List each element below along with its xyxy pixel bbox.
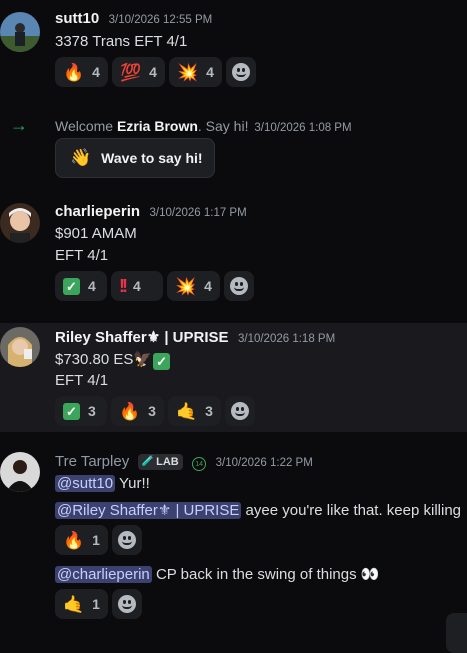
message-text: $901 AMAM: [55, 225, 137, 242]
reaction-call-me-hand[interactable]: 🤙 3: [167, 396, 221, 426]
add-reaction-icon: [230, 402, 249, 420]
mention[interactable]: @charlieperin: [55, 566, 152, 583]
username[interactable]: Tre Tarpley: [55, 453, 129, 470]
timestamp: 3/10/2026 1:18 PM: [237, 333, 336, 345]
lab-badge[interactable]: 🧪 LAB: [137, 453, 183, 470]
double-exclamation-icon: !!: [119, 275, 128, 296]
message-text: @Riley Shaffer⚜ | UPRISE ayee you're lik…: [55, 502, 462, 519]
message-text: EFT 4/1: [55, 247, 109, 264]
avatar-riley-shaffer[interactable]: [0, 327, 40, 367]
join-message: Welcome Ezria Brown. Say hi! 3/10/2026 1…: [55, 118, 352, 134]
arrow-right-icon: →: [10, 115, 28, 135]
reaction-double-exclamation[interactable]: !! 4: [111, 271, 163, 301]
timestamp: 3/10/2026 1:22 PM: [215, 457, 313, 469]
wave-button-label: Wave to say hi!: [101, 150, 203, 166]
check-icon: ✓: [153, 353, 171, 370]
add-reaction-icon: [231, 63, 250, 81]
mention[interactable]: @Riley Shaffer⚜ | UPRISE: [55, 502, 242, 519]
reaction-collision[interactable]: 💥 4: [168, 57, 222, 87]
timestamp: 3/10/2026 1:08 PM: [254, 122, 352, 134]
avatar-tre-tarpley[interactable]: [0, 452, 40, 492]
add-reaction-button[interactable]: [111, 525, 142, 555]
username[interactable]: charlieperin: [55, 203, 140, 220]
add-reaction-icon: [117, 531, 136, 549]
check-icon: ✓: [63, 277, 80, 295]
mention[interactable]: @sutt10: [55, 475, 116, 492]
message-text: 3378 Trans EFT 4/1: [55, 33, 188, 50]
add-reaction-button[interactable]: [223, 271, 254, 301]
add-reaction-icon: [117, 595, 136, 613]
wave-icon: 👋: [70, 148, 92, 167]
flask-icon: 🧪: [141, 456, 155, 467]
username[interactable]: sutt10: [55, 10, 99, 27]
timestamp: 3/10/2026 12:55 PM: [108, 14, 213, 26]
check-icon: ✓: [63, 402, 80, 420]
reaction-call-me-hand[interactable]: 🤙 1: [55, 589, 108, 619]
joined-username[interactable]: Ezria Brown: [117, 118, 198, 134]
eagle-icon: 🦅: [133, 351, 153, 368]
reaction-collision[interactable]: 💥 4: [167, 271, 220, 301]
wave-button[interactable]: 👋 Wave to say hi!: [55, 138, 215, 178]
level-badge-icon: 14: [192, 457, 207, 471]
reaction-fire[interactable]: 🔥 1: [55, 525, 108, 555]
avatar-charlieperin[interactable]: [0, 203, 40, 243]
scroll-to-bottom-button[interactable]: [446, 613, 467, 653]
reaction-fire[interactable]: 🔥 4: [55, 57, 108, 87]
reaction-hundred[interactable]: 💯 4: [111, 57, 165, 87]
message-text: @sutt10 Yur!!: [55, 475, 150, 492]
reaction-check[interactable]: ✓ 4: [55, 271, 107, 301]
timestamp: 3/10/2026 1:17 PM: [149, 207, 247, 219]
add-reaction-icon: [229, 277, 248, 295]
message-text: @charlieperin CP back in the swing of th…: [55, 566, 380, 583]
message-text: EFT 4/1: [55, 372, 109, 389]
reaction-fire[interactable]: 🔥 3: [111, 396, 164, 426]
reaction-check[interactable]: ✓ 3: [55, 396, 107, 426]
username[interactable]: Riley Shaffer⚜ | UPRISE: [55, 329, 229, 346]
add-reaction-button[interactable]: [111, 589, 142, 619]
message-text: $730.80 ES🦅 ✓: [55, 350, 171, 370]
avatar-sutt10[interactable]: [0, 12, 40, 52]
add-reaction-button[interactable]: [224, 396, 255, 426]
add-reaction-button[interactable]: [225, 57, 256, 87]
